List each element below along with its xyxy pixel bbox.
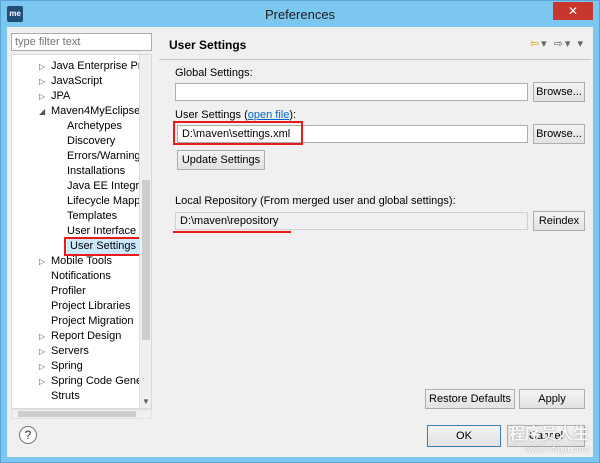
- tree-item[interactable]: Lifecycle Mapp: [67, 194, 140, 209]
- tree-item[interactable]: Struts: [51, 389, 80, 404]
- chevron-right-icon[interactable]: ▷: [39, 359, 49, 374]
- view-menu-icon[interactable]: ▾: [577, 38, 585, 50]
- tree-item[interactable]: ▷ Spring: [39, 359, 83, 374]
- dialog-footer: ? OK Cancel 程序员人生 www.wfuyu.com: [7, 415, 593, 457]
- tree-item[interactable]: ▷ Servers: [39, 344, 89, 359]
- tree-item-label: Profiler: [51, 285, 86, 297]
- tree-item[interactable]: Templates: [67, 209, 117, 224]
- chevron-right-icon[interactable]: ▷: [39, 374, 49, 389]
- tree-item-label: JPA: [51, 90, 71, 102]
- tree-item[interactable]: ▷ Spring Code Gene: [39, 374, 143, 389]
- tree-item-label: Templates: [67, 210, 118, 222]
- tree-item[interactable]: ▷ Mobile Tools: [39, 254, 112, 269]
- global-settings-label: Global Settings:: [175, 67, 253, 79]
- open-file-link[interactable]: open file: [248, 109, 290, 121]
- header-divider: [159, 59, 591, 60]
- tree-item[interactable]: Java EE Integra: [67, 179, 145, 194]
- tree-item-label: Project Migration: [51, 315, 134, 327]
- user-browse-button[interactable]: Browse...: [533, 124, 585, 144]
- tree-item[interactable]: ◢ Maven4MyEclipse: [39, 104, 141, 119]
- chevron-down-icon[interactable]: ▾: [541, 38, 549, 50]
- dialog-client: ▷Java Enterprise Pr▷JavaScript▷JPA◢Maven…: [7, 27, 593, 457]
- tree-item-label: Mobile Tools: [51, 255, 112, 267]
- help-icon[interactable]: ?: [19, 426, 37, 444]
- tree-item[interactable]: Installations: [67, 164, 125, 179]
- chevron-right-icon[interactable]: ▷: [39, 89, 49, 104]
- panel-header: User Settings ⇦▾ ⇨▾ ▾: [159, 33, 591, 57]
- tree-item-label: Struts: [51, 390, 80, 402]
- tree-item-label: User Interface: [67, 225, 137, 237]
- tree-item[interactable]: Project Migration: [51, 314, 134, 329]
- local-repository-field: D:\maven\repository: [175, 212, 528, 230]
- highlight-underline: [173, 231, 291, 233]
- reindex-button[interactable]: Reindex: [533, 211, 585, 231]
- global-browse-button[interactable]: Browse...: [533, 82, 585, 102]
- tree-item-label: Spring: [51, 360, 83, 372]
- preferences-window: me Preferences ✕ ▷Java Enterprise Pr▷Jav…: [0, 0, 600, 463]
- tree-item[interactable]: ▷ Java Enterprise Pr: [39, 59, 142, 74]
- tree-item-label: Servers: [51, 345, 89, 357]
- scroll-down-icon[interactable]: ▼: [142, 397, 150, 406]
- tree-item[interactable]: Discovery: [67, 134, 115, 149]
- update-settings-button[interactable]: Update Settings: [177, 150, 265, 170]
- user-settings-page: Global Settings: Browse... User Settings…: [163, 61, 591, 456]
- restore-defaults-button[interactable]: Restore Defaults: [425, 389, 515, 409]
- tree-item[interactable]: Notifications: [51, 269, 111, 284]
- tree-item[interactable]: ▷ JPA: [39, 89, 71, 104]
- tree-item-label: JavaScript: [51, 75, 103, 87]
- local-repository-label: Local Repository (From merged user and g…: [175, 195, 456, 207]
- forward-arrow-icon[interactable]: ⇨: [554, 38, 565, 50]
- tree-item-label: Lifecycle Mapp: [67, 195, 141, 207]
- chevron-down-icon[interactable]: ▾: [565, 38, 573, 50]
- tree-item-label: Notifications: [51, 270, 111, 282]
- chevron-down-icon[interactable]: ◢: [39, 104, 49, 119]
- tree-item[interactable]: Errors/Warning: [67, 149, 141, 164]
- page-title: User Settings: [169, 38, 247, 52]
- chevron-right-icon[interactable]: ▷: [39, 344, 49, 359]
- tree-item-label: Archetypes: [67, 120, 123, 132]
- window-title: Preferences: [264, 7, 336, 22]
- tree-item[interactable]: ▷ Report Design: [39, 329, 122, 344]
- chevron-right-icon[interactable]: ▷: [39, 254, 49, 269]
- close-button[interactable]: ✕: [553, 2, 593, 20]
- tree-item-label: Maven4MyEclipse: [51, 105, 141, 117]
- tree-item-label: Spring Code Gene: [51, 375, 143, 387]
- watermark: 程序员人生 www.wfuyu.com: [508, 426, 589, 454]
- tree-item-label: Installations: [67, 165, 126, 177]
- history-nav: ⇦▾ ⇨▾ ▾: [530, 37, 585, 50]
- tree-item[interactable]: Archetypes: [67, 119, 122, 134]
- title-bar[interactable]: me Preferences ✕: [1, 1, 599, 27]
- ok-button[interactable]: OK: [427, 425, 501, 447]
- chevron-right-icon[interactable]: ▷: [39, 74, 49, 89]
- tree-item-label: Errors/Warning: [67, 150, 141, 162]
- back-arrow-icon[interactable]: ⇦: [530, 38, 541, 50]
- tree-item[interactable]: Profiler: [51, 284, 86, 299]
- tree-item-label: Project Libraries: [51, 300, 131, 312]
- global-settings-field[interactable]: [175, 83, 528, 101]
- chevron-right-icon[interactable]: ▷: [39, 59, 49, 74]
- apply-button[interactable]: Apply: [519, 389, 585, 409]
- highlight-box: [173, 121, 303, 145]
- user-settings-label: User Settings (open file):: [175, 109, 297, 121]
- filter-input[interactable]: [11, 33, 152, 51]
- scrollbar-thumb[interactable]: [142, 180, 150, 340]
- chevron-right-icon[interactable]: ▷: [39, 329, 49, 344]
- tree-item-label: Discovery: [67, 135, 116, 147]
- tree-item-label: Java Enterprise Pr: [51, 60, 142, 72]
- preferences-tree: ▷ Java Enterprise Pr ▷ JavaScript ▷ JPA ◢ Maven…: [11, 54, 152, 409]
- tree-item[interactable]: Project Libraries: [51, 299, 130, 314]
- tree-item-label: Report Design: [51, 330, 122, 342]
- tree-item-label: Java EE Integra: [67, 180, 146, 192]
- tree-vertical-scrollbar[interactable]: ▼: [139, 55, 151, 408]
- tree-item[interactable]: ▷ JavaScript: [39, 74, 103, 89]
